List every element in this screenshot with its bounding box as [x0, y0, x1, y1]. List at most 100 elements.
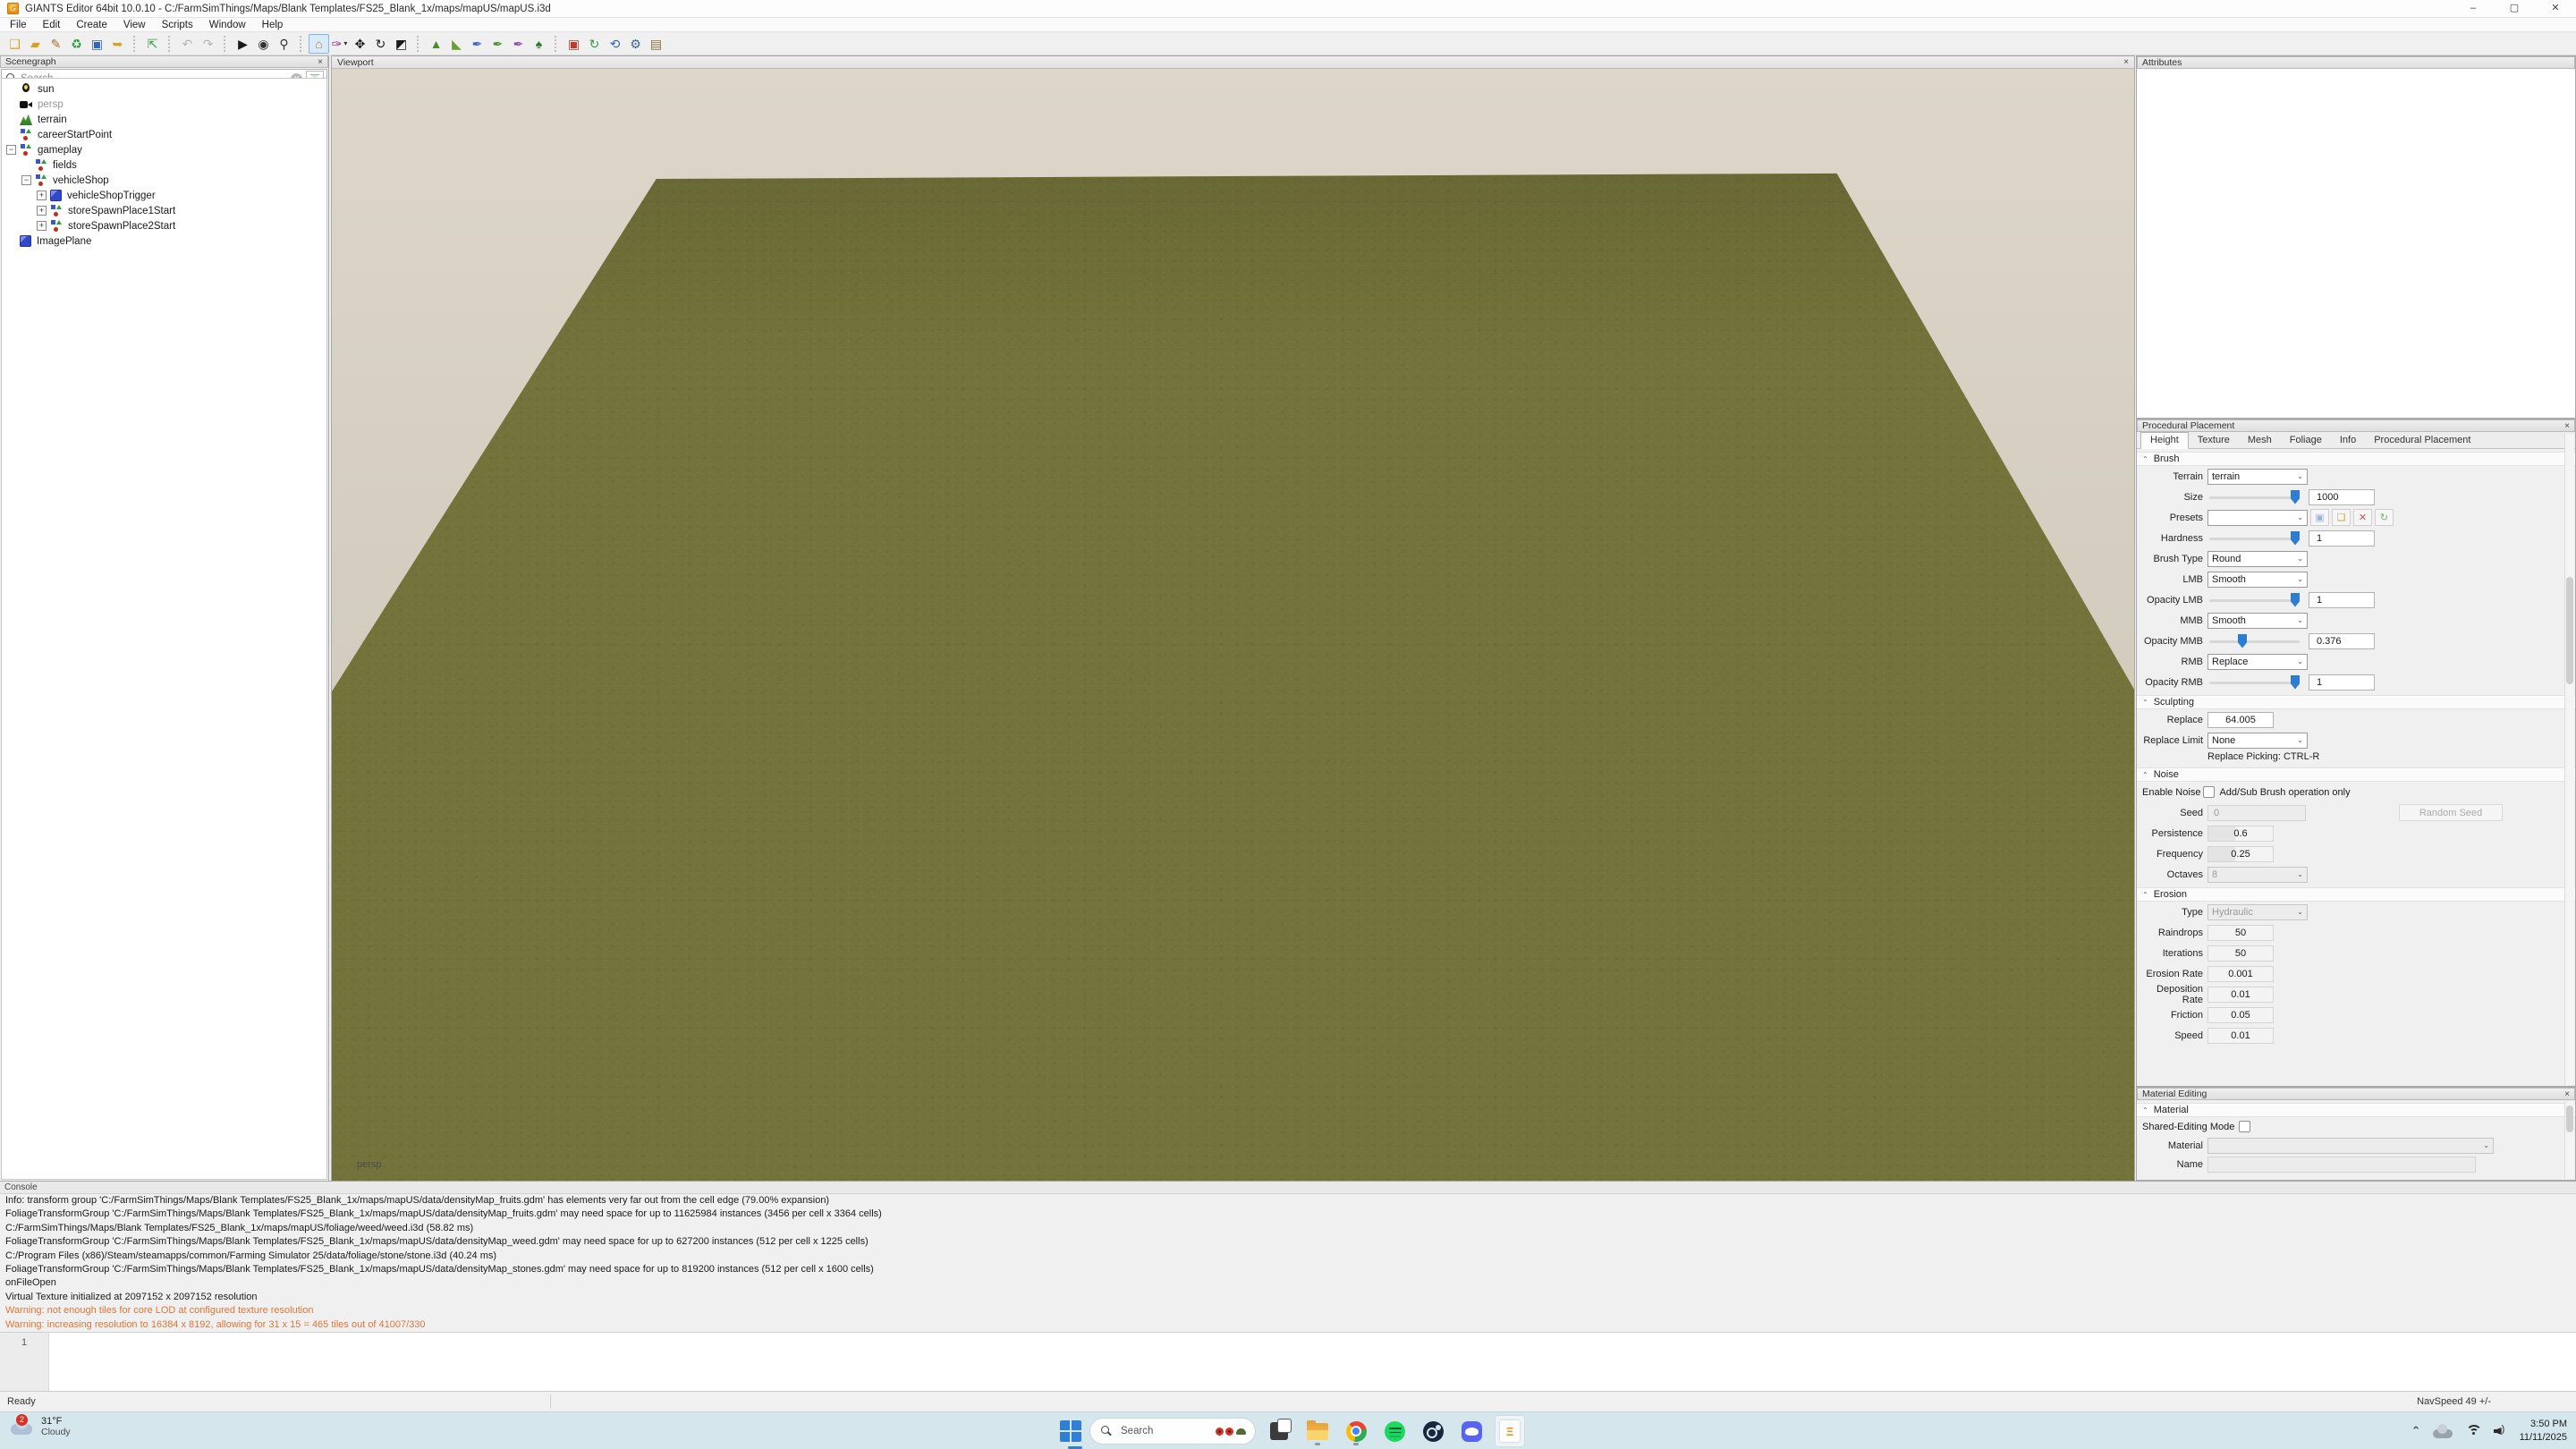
- expand-icon[interactable]: +: [37, 206, 47, 216]
- terrain-flatten-button[interactable]: ◣: [446, 34, 467, 54]
- save-button[interactable]: ▣: [87, 34, 107, 54]
- redo-button[interactable]: ↷: [198, 34, 218, 54]
- preset-delete-button[interactable]: ✕: [2353, 509, 2372, 526]
- start-button[interactable]: [1060, 1420, 1081, 1442]
- menu-view[interactable]: View: [115, 20, 154, 30]
- discord-button[interactable]: [1456, 1416, 1487, 1446]
- chrome-button[interactable]: [1341, 1416, 1371, 1446]
- viewport-3d-view[interactable]: persp: [332, 69, 2134, 1181]
- size-input[interactable]: 1000: [2309, 489, 2375, 505]
- close-icon[interactable]: ×: [2564, 1089, 2570, 1099]
- mmb-select[interactable]: Smooth⌄: [2207, 613, 2308, 629]
- menu-edit[interactable]: Edit: [35, 20, 69, 30]
- preset-new-button[interactable]: ❑: [2332, 509, 2351, 526]
- visibility-button[interactable]: ◉: [253, 34, 274, 54]
- menu-file[interactable]: File: [2, 20, 35, 30]
- erosion-type-select[interactable]: Hydraulic⌄: [2207, 904, 2308, 920]
- collapse-icon[interactable]: −: [6, 145, 16, 155]
- raindrops-input[interactable]: 50: [2207, 925, 2274, 941]
- speed-input[interactable]: 0.01: [2207, 1028, 2274, 1044]
- menu-scripts[interactable]: Scripts: [154, 20, 201, 30]
- terrain-select[interactable]: terrain⌄: [2207, 469, 2308, 485]
- random-seed-button[interactable]: Random Seed: [2399, 804, 2503, 821]
- brush-type-select[interactable]: Round⌄: [2207, 551, 2308, 567]
- task-view-button[interactable]: [1264, 1416, 1294, 1446]
- tree-item-storeSpawnPlace1Start[interactable]: +storeSpawnPlace1Start: [2, 203, 326, 218]
- section-brush[interactable]: ⌃Brush: [2137, 452, 2575, 466]
- tab-foliage[interactable]: Foliage: [2281, 433, 2331, 448]
- tree-item-persp[interactable]: persp: [2, 97, 326, 112]
- paste-special-button[interactable]: ▤: [646, 34, 666, 54]
- opacity-rmb-input[interactable]: 1: [2309, 674, 2375, 691]
- tree-item-careerStartPoint[interactable]: careerStartPoint: [2, 127, 326, 142]
- expand-icon[interactable]: +: [37, 191, 47, 200]
- hardness-slider[interactable]: [2207, 530, 2301, 547]
- tree-item-vehicleShop[interactable]: −vehicleShop: [2, 173, 326, 188]
- preset-reload-button[interactable]: ↻: [2375, 509, 2394, 526]
- close-icon[interactable]: ×: [2564, 421, 2570, 431]
- tree-item-vehicleShopTrigger[interactable]: +vehicleShopTrigger: [2, 188, 326, 203]
- new-scene-button[interactable]: ❑: [4, 34, 25, 54]
- weather-widget[interactable]: 2 31°F Cloudy: [9, 1416, 71, 1437]
- file-explorer-button[interactable]: [1302, 1416, 1333, 1446]
- opacity-lmb-input[interactable]: 1: [2309, 592, 2375, 608]
- seed-input[interactable]: 0: [2207, 805, 2306, 821]
- tree-item-ImagePlane[interactable]: ImagePlane: [2, 233, 326, 249]
- script-input[interactable]: [49, 1333, 2576, 1391]
- detail-paint-button[interactable]: ✒: [508, 34, 529, 54]
- deposition-rate-input[interactable]: 0.01: [2207, 987, 2274, 1003]
- sync-button[interactable]: ⟲: [605, 34, 625, 54]
- foliage-paint-button[interactable]: ✒: [487, 34, 508, 54]
- export-button[interactable]: ➥: [107, 34, 128, 54]
- tree-item-fields[interactable]: fields: [2, 157, 326, 173]
- menu-window[interactable]: Window: [201, 20, 254, 30]
- lmb-select[interactable]: Smooth⌄: [2207, 572, 2308, 588]
- import-button[interactable]: ⇱: [142, 34, 163, 54]
- section-material[interactable]: ⌃Material: [2137, 1103, 2575, 1117]
- size-slider[interactable]: [2207, 489, 2301, 505]
- tab-procedural-placement[interactable]: Procedural Placement: [2365, 433, 2479, 448]
- name-input[interactable]: [2207, 1157, 2476, 1173]
- rotate-button[interactable]: ↻: [370, 34, 391, 54]
- scale-button[interactable]: ◩: [391, 34, 411, 54]
- terrain-paint-button[interactable]: ✒: [467, 34, 487, 54]
- network-settings-button[interactable]: ⚙: [625, 34, 646, 54]
- undo-button[interactable]: ↶: [177, 34, 198, 54]
- minimize-button[interactable]: –: [2453, 0, 2494, 18]
- iterations-input[interactable]: 50: [2207, 945, 2274, 962]
- brush-mode-button[interactable]: ✑▾: [329, 34, 350, 54]
- terrain-plane[interactable]: [332, 69, 2134, 1181]
- close-button[interactable]: ✕: [2535, 0, 2576, 18]
- section-sculpting[interactable]: ⌃Sculpting: [2137, 695, 2575, 709]
- spotify-button[interactable]: [1379, 1416, 1410, 1446]
- find-button[interactable]: ⚲: [274, 34, 294, 54]
- tab-texture[interactable]: Texture: [2189, 433, 2239, 448]
- onedrive-icon[interactable]: [2433, 1424, 2454, 1438]
- material-select[interactable]: ⌄: [2207, 1138, 2494, 1154]
- edit-file-button[interactable]: ✎: [46, 34, 66, 54]
- tab-height[interactable]: Height: [2140, 432, 2189, 449]
- presets-select[interactable]: ⌄: [2207, 510, 2308, 526]
- tab-info[interactable]: Info: [2331, 433, 2365, 448]
- taskbar-clock[interactable]: 3:50 PM 11/11/2025: [2520, 1418, 2567, 1445]
- replace-limit-select[interactable]: None⌄: [2207, 733, 2308, 749]
- reload-button[interactable]: ♻: [66, 34, 87, 54]
- wifi-icon[interactable]: [2466, 1425, 2482, 1437]
- scrollbar[interactable]: [2564, 1102, 2574, 1179]
- tray-chevron-icon[interactable]: ⌃: [2411, 1424, 2421, 1438]
- opacity-rmb-slider[interactable]: [2207, 674, 2301, 691]
- terrain-info-button[interactable]: ▣: [564, 34, 584, 54]
- friction-input[interactable]: 0.05: [2207, 1007, 2274, 1023]
- terrain-sculpt-button[interactable]: ▲: [426, 34, 446, 54]
- rmb-select[interactable]: Replace⌄: [2207, 654, 2308, 670]
- opacity-mmb-slider[interactable]: [2207, 633, 2301, 649]
- steam-button[interactable]: [1418, 1416, 1448, 1446]
- frequency-input[interactable]: 0.25: [2207, 846, 2274, 862]
- preset-save-button[interactable]: ▣: [2310, 509, 2329, 526]
- open-file-button[interactable]: ▰: [25, 34, 46, 54]
- section-erosion[interactable]: ⌃Erosion: [2137, 887, 2575, 902]
- menu-create[interactable]: Create: [68, 20, 115, 30]
- replace-input[interactable]: 64.005: [2207, 712, 2274, 728]
- expand-icon[interactable]: +: [37, 221, 47, 231]
- navigation-mode-button[interactable]: ⌂: [309, 34, 329, 54]
